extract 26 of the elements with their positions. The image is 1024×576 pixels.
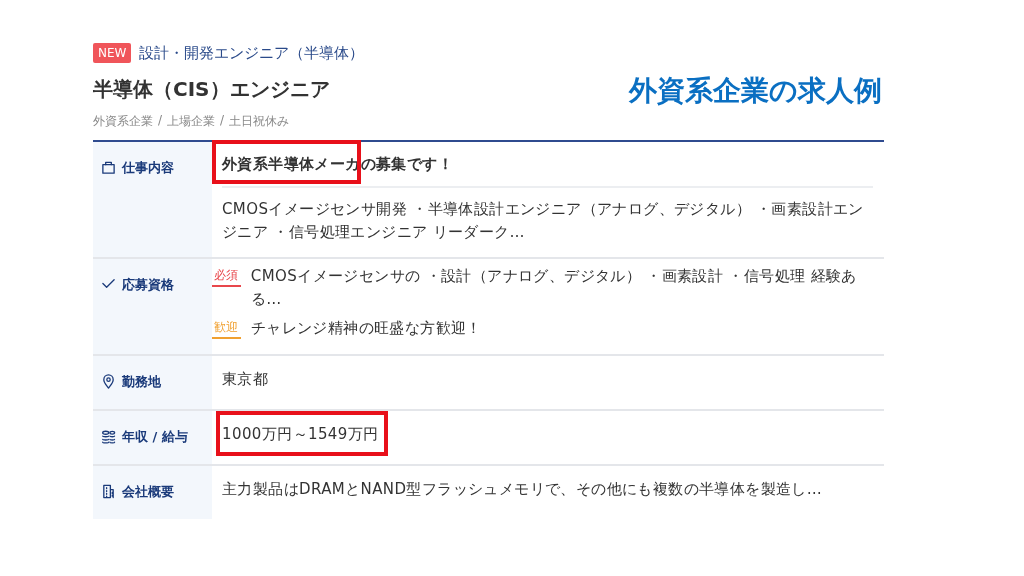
category-label: 設計・開発エンジニア（半導体） (139, 43, 365, 63)
bag-icon (101, 160, 116, 175)
row-value: 東京都 (222, 369, 269, 390)
requirement-text: チャレンジ精神の旺盛な方歓迎！ (250, 318, 482, 339)
building-icon (101, 484, 116, 499)
caption-heading: 外資系企業の求人例 (629, 73, 882, 109)
job-title: 半導体（CIS）エンジニア (93, 76, 331, 103)
pin-icon (101, 374, 116, 389)
row-value: 1000万円～1549万円 (222, 411, 379, 464)
row-value: 主力製品はDRAMとNAND型フラッシュメモリで、その他にも複数の半導体を製造し… (222, 479, 823, 500)
requirement-tag: 必須 (212, 265, 241, 287)
job-description: CMOSイメージセンサ開発 ・半導体設計エンジニア（アナログ、デジタル） ・画素設計エンジニア ・信号処理エンジニア リーダーク… (222, 199, 865, 243)
row-label: 応募資格 (122, 276, 174, 294)
row-label: 勤務地 (122, 373, 161, 391)
row-label: 仕事内容 (122, 159, 174, 177)
coins-icon (101, 429, 116, 444)
row-label: 年収 / 給与 (122, 428, 188, 446)
separator: / (220, 113, 225, 129)
tag-label: 上場企業 (167, 113, 216, 130)
row-label: 会社概要 (122, 483, 174, 501)
separator: / (158, 113, 163, 129)
requirement-tag: 歓迎 (212, 317, 241, 339)
tag-label: 外資系企業 (93, 113, 153, 130)
requirement-text: CMOSイメージセンサの ・設計（アナログ、デジタル） ・画素設計 ・信号処理 経験ある… (250, 266, 858, 310)
new-badge: NEW (93, 43, 132, 63)
tag-label: 土日祝休み (229, 113, 290, 130)
